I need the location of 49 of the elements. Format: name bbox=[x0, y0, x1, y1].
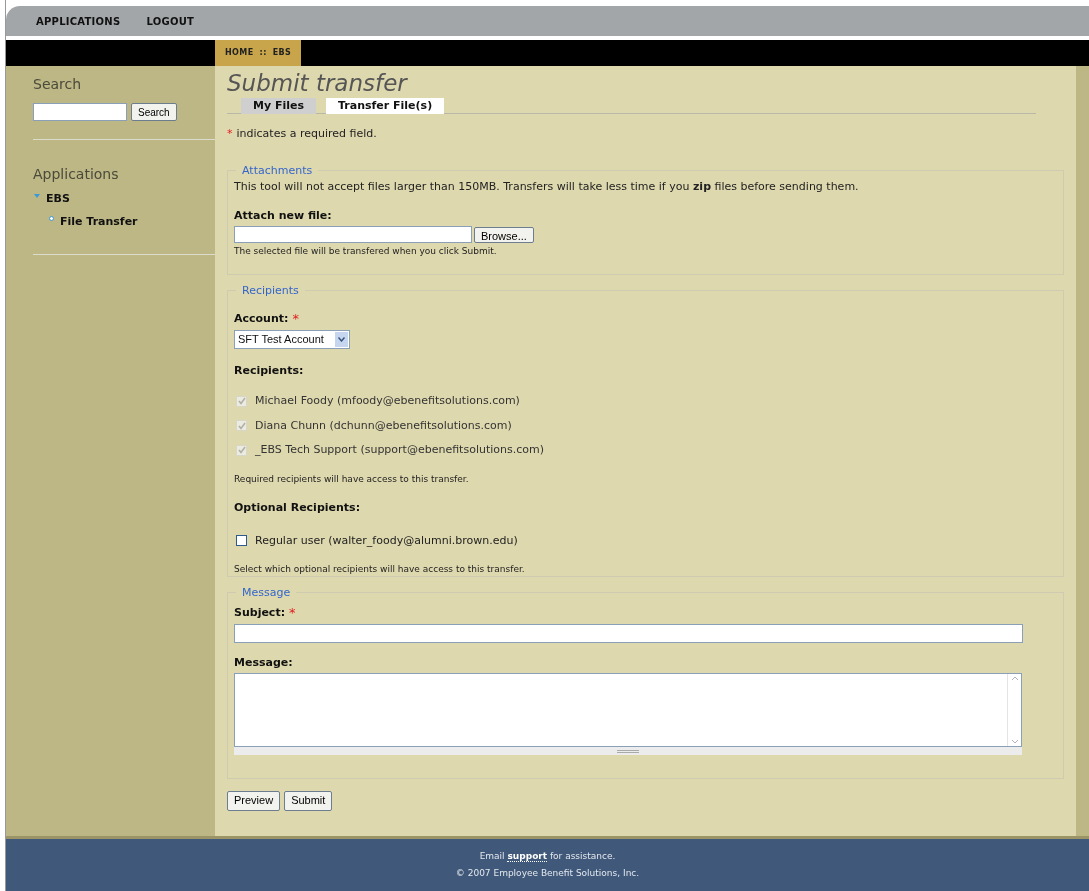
hint-text: The selected file will be transfered when you click Submit. bbox=[234, 245, 498, 258]
checkbox-label: Regular user (walter_foody@alumni.brown.edu) bbox=[255, 532, 518, 549]
scrollbar-drawing bbox=[1007, 674, 1021, 746]
section-legend: Attachments bbox=[236, 162, 319, 179]
field-label: Account: bbox=[234, 311, 289, 327]
copyright-text: © 2007 Employee Benefit Solutions, Inc. bbox=[455, 867, 640, 880]
checkbox-label: _EBS Tech Support (support@ebenefitsolutions.com) bbox=[255, 442, 544, 458]
checkbox-label: Diana Chunn (dchunn@ebenefitsolutions.com) bbox=[255, 417, 512, 434]
tab[interactable]: My Files bbox=[241, 98, 316, 114]
file-path-field[interactable] bbox=[234, 226, 472, 243]
nav-link[interactable]: LOGOUT bbox=[146, 13, 195, 29]
info-text: This tool will not accept files larger than 150MB. Transfers will take less time if you zip files before sending them. bbox=[234, 179, 860, 195]
support-link[interactable]: support bbox=[507, 850, 548, 862]
message-field[interactable] bbox=[234, 673, 1022, 747]
subject-field[interactable] bbox=[234, 623, 1023, 643]
resize-handle[interactable] bbox=[234, 747, 1022, 755]
search-button[interactable]: Search bbox=[131, 103, 177, 121]
checkbox-label: Michael Foody (mfoody@ebenefitsolutions.com) bbox=[255, 393, 520, 409]
tab[interactable]: Transfer File(s) bbox=[326, 98, 445, 114]
sidebar-heading: Search bbox=[32, 75, 83, 94]
field-label: Message: bbox=[234, 654, 293, 671]
breadcrumb-link[interactable]: HOME bbox=[225, 47, 254, 59]
checkbox[interactable] bbox=[236, 535, 247, 547]
expand-arrow-icon[interactable] bbox=[34, 194, 40, 199]
nav-link[interactable]: APPLICATIONS bbox=[36, 13, 121, 29]
account-select[interactable]: SFT Test Account bbox=[234, 329, 350, 349]
page-title: Submit transfer bbox=[227, 69, 409, 98]
browse-button[interactable]: Browse... bbox=[474, 226, 534, 243]
section-legend: Message bbox=[236, 584, 297, 601]
bullet-icon bbox=[49, 216, 54, 222]
required-mark: * bbox=[292, 314, 299, 325]
field-label: Subject: bbox=[234, 605, 286, 621]
required-note: * indicates a required field. bbox=[227, 126, 378, 142]
hint-text: Required recipients will have access to this transfer. bbox=[234, 472, 470, 486]
search-field[interactable] bbox=[33, 103, 127, 121]
breadcrumb-link[interactable]: EBS bbox=[272, 47, 292, 59]
tree-link[interactable]: File Transfer bbox=[60, 213, 138, 230]
sidebar-heading: Applications bbox=[32, 165, 120, 184]
footer-note: Email support for assistance. bbox=[479, 849, 616, 863]
field-label: Attach new file: bbox=[234, 207, 332, 224]
hint-text: Select which optional recipients will have access to this transfer. bbox=[234, 563, 526, 576]
field-label: Optional Recipients: bbox=[234, 500, 361, 516]
form-button[interactable]: Preview bbox=[227, 790, 281, 811]
breadcrumb-separator: :: bbox=[259, 47, 267, 59]
field-label: Recipients: bbox=[234, 362, 304, 379]
form-button[interactable]: Submit bbox=[284, 790, 333, 811]
required-mark: * bbox=[289, 608, 296, 619]
tree-link[interactable]: EBS bbox=[46, 191, 70, 208]
section-legend: Recipients bbox=[236, 282, 305, 299]
